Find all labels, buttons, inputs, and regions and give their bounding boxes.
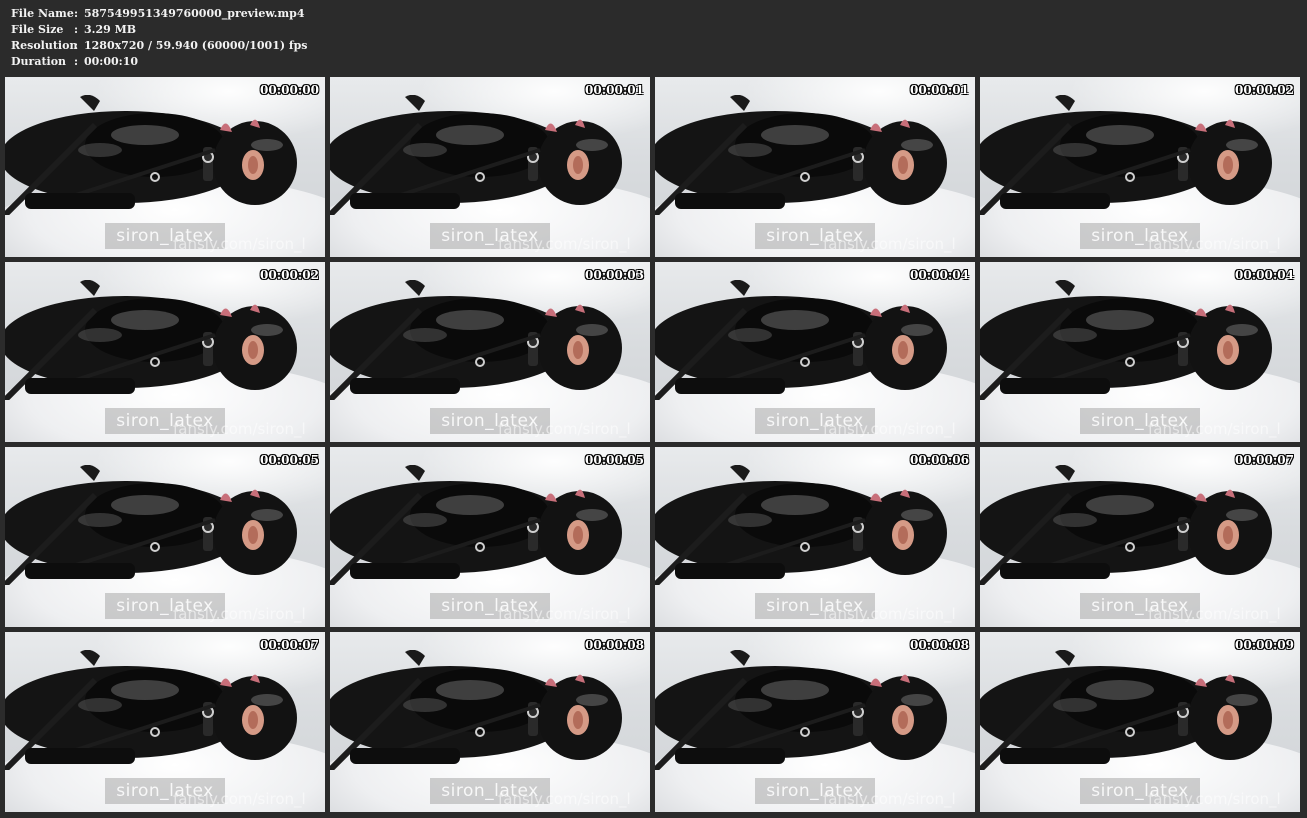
frame-image bbox=[5, 280, 305, 400]
thumbnail-timestamp: 00:00:01 bbox=[585, 83, 644, 97]
info-label: File Size bbox=[11, 23, 64, 36]
video-thumbnail[interactable]: siron_latex fansly.com/siron_l 00:00:04 bbox=[655, 262, 975, 442]
watermark-secondary: fansly.com/siron_l bbox=[823, 605, 956, 623]
thumbnail-timestamp: 00:00:04 bbox=[910, 268, 969, 282]
video-thumbnail[interactable]: siron_latex fansly.com/siron_l 00:00:01 bbox=[330, 77, 650, 257]
duration-row: Duration : 00:00:10 bbox=[11, 54, 308, 70]
frame-image bbox=[980, 465, 1280, 585]
video-thumbnail[interactable]: siron_latex fansly.com/siron_l 00:00:09 bbox=[980, 632, 1300, 812]
thumbnail-timestamp: 00:00:07 bbox=[1235, 453, 1294, 467]
frame-image bbox=[655, 95, 955, 215]
thumbnail-grid: siron_latex fansly.com/siron_l 00:00:00 bbox=[5, 77, 1302, 813]
watermark-secondary: fansly.com/siron_l bbox=[498, 605, 631, 623]
frame-image bbox=[330, 95, 630, 215]
watermark-secondary: fansly.com/siron_l bbox=[823, 235, 956, 253]
file-info-panel: File Name : 587549951349760000_preview.m… bbox=[11, 6, 308, 70]
file-size-row: File Size : 3.29 MB bbox=[11, 22, 308, 38]
thumbnail-timestamp: 00:00:03 bbox=[585, 268, 644, 282]
frame-image bbox=[980, 95, 1280, 215]
video-thumbnail[interactable]: siron_latex fansly.com/siron_l 00:00:08 bbox=[655, 632, 975, 812]
video-thumbnail[interactable]: siron_latex fansly.com/siron_l 00:00:02 bbox=[980, 77, 1300, 257]
video-thumbnail[interactable]: siron_latex fansly.com/siron_l 00:00:08 bbox=[330, 632, 650, 812]
video-thumbnail[interactable]: siron_latex fansly.com/siron_l 00:00:05 bbox=[330, 447, 650, 627]
watermark-secondary: fansly.com/siron_l bbox=[173, 790, 306, 808]
watermark-secondary: fansly.com/siron_l bbox=[498, 235, 631, 253]
thumbnail-timestamp: 00:00:09 bbox=[1235, 638, 1294, 652]
watermark-secondary: fansly.com/siron_l bbox=[1148, 790, 1281, 808]
frame-image bbox=[980, 650, 1280, 770]
resolution-row: Resolution : 1280x720 / 59.940 (60000/10… bbox=[11, 38, 308, 54]
video-thumbnail[interactable]: siron_latex fansly.com/siron_l 00:00:02 bbox=[5, 262, 325, 442]
video-thumbnail[interactable]: siron_latex fansly.com/siron_l 00:00:05 bbox=[5, 447, 325, 627]
frame-image bbox=[655, 465, 955, 585]
video-thumbnail[interactable]: siron_latex fansly.com/siron_l 00:00:07 bbox=[5, 632, 325, 812]
thumbnail-timestamp: 00:00:08 bbox=[910, 638, 969, 652]
thumbnail-timestamp: 00:00:04 bbox=[1235, 268, 1294, 282]
thumbnail-timestamp: 00:00:08 bbox=[585, 638, 644, 652]
watermark-secondary: fansly.com/siron_l bbox=[173, 235, 306, 253]
video-thumbnail[interactable]: siron_latex fansly.com/siron_l 00:00:03 bbox=[330, 262, 650, 442]
thumbnail-timestamp: 00:00:01 bbox=[910, 83, 969, 97]
thumbnail-timestamp: 00:00:06 bbox=[910, 453, 969, 467]
watermark-secondary: fansly.com/siron_l bbox=[173, 605, 306, 623]
info-colon: : bbox=[74, 55, 79, 68]
frame-image bbox=[5, 465, 305, 585]
info-colon: : bbox=[74, 23, 79, 36]
thumbnail-timestamp: 00:00:02 bbox=[1235, 83, 1294, 97]
watermark-secondary: fansly.com/siron_l bbox=[823, 420, 956, 438]
duration-value: 00:00:10 bbox=[84, 55, 139, 68]
watermark-secondary: fansly.com/siron_l bbox=[173, 420, 306, 438]
thumbnail-timestamp: 00:00:05 bbox=[585, 453, 644, 467]
frame-image bbox=[980, 280, 1280, 400]
resolution-value: 1280x720 / 59.940 (60000/1001) fps bbox=[84, 39, 308, 52]
thumbnail-timestamp: 00:00:02 bbox=[260, 268, 319, 282]
thumbnail-timestamp: 00:00:00 bbox=[260, 83, 319, 97]
info-label: Duration bbox=[11, 55, 67, 68]
file-name-row: File Name : 587549951349760000_preview.m… bbox=[11, 6, 308, 22]
frame-image bbox=[330, 280, 630, 400]
watermark-secondary: fansly.com/siron_l bbox=[823, 790, 956, 808]
thumbnail-timestamp: 00:00:05 bbox=[260, 453, 319, 467]
info-colon: : bbox=[74, 7, 79, 20]
video-thumbnail[interactable]: siron_latex fansly.com/siron_l 00:00:00 bbox=[5, 77, 325, 257]
frame-image bbox=[330, 650, 630, 770]
video-thumbnail[interactable]: siron_latex fansly.com/siron_l 00:00:06 bbox=[655, 447, 975, 627]
watermark-secondary: fansly.com/siron_l bbox=[498, 420, 631, 438]
info-label: Resolution bbox=[11, 39, 78, 52]
thumbnail-timestamp: 00:00:07 bbox=[260, 638, 319, 652]
video-thumbnail[interactable]: siron_latex fansly.com/siron_l 00:00:04 bbox=[980, 262, 1300, 442]
info-colon: : bbox=[74, 39, 79, 52]
file-size-value: 3.29 MB bbox=[84, 23, 137, 36]
file-name-value: 587549951349760000_preview.mp4 bbox=[84, 7, 305, 20]
watermark-secondary: fansly.com/siron_l bbox=[1148, 420, 1281, 438]
frame-image bbox=[330, 465, 630, 585]
watermark-secondary: fansly.com/siron_l bbox=[498, 790, 631, 808]
info-label: File Name bbox=[11, 7, 74, 20]
frame-image bbox=[655, 280, 955, 400]
video-thumbnail[interactable]: siron_latex fansly.com/siron_l 00:00:01 bbox=[655, 77, 975, 257]
frame-image bbox=[5, 650, 305, 770]
video-thumbnail[interactable]: siron_latex fansly.com/siron_l 00:00:07 bbox=[980, 447, 1300, 627]
watermark-secondary: fansly.com/siron_l bbox=[1148, 605, 1281, 623]
frame-image bbox=[5, 95, 305, 215]
watermark-secondary: fansly.com/siron_l bbox=[1148, 235, 1281, 253]
frame-image bbox=[655, 650, 955, 770]
